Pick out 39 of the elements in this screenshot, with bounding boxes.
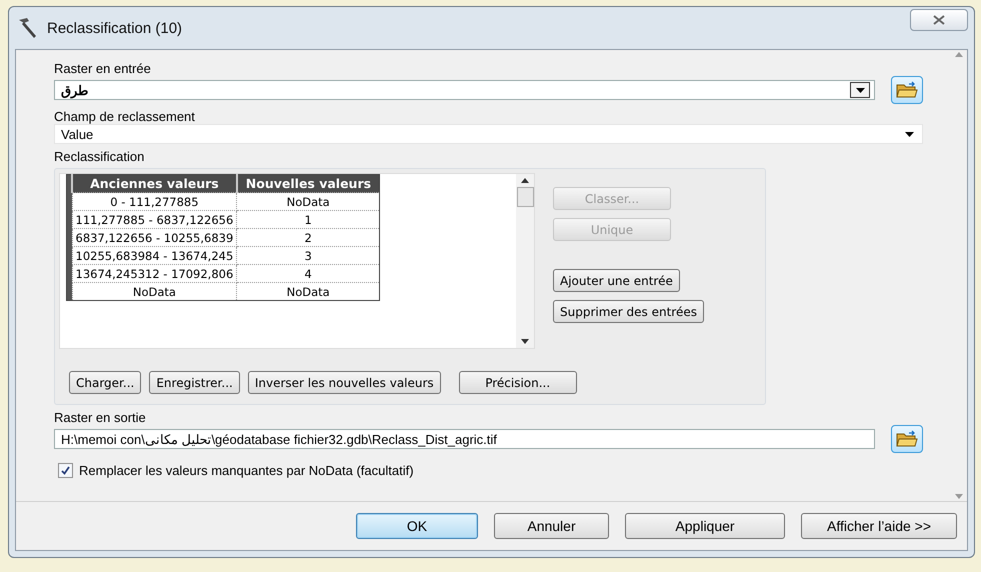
field-label: Champ de reclassement	[54, 109, 196, 124]
field-label: Raster en sortie	[54, 410, 147, 425]
caret-icon	[905, 132, 914, 136]
table-cell: 10255,683984 - 13674,245	[72, 246, 237, 264]
action-button[interactable]: Inverser les nouvelles valeurs	[248, 371, 441, 394]
column-header: Anciennes valeurs	[72, 174, 237, 192]
action-button[interactable]: Enregistrer...	[149, 371, 240, 394]
table-cell: 111,277885 - 6837,122656	[72, 210, 237, 228]
table-cell: 13674,245312 - 17092,806	[72, 264, 237, 282]
checkbox[interactable]	[58, 463, 73, 478]
action-button[interactable]: Ajouter une entrée	[553, 269, 680, 292]
dialog-button[interactable]: OK	[356, 513, 478, 539]
table-cell: 6837,122656 - 10255,6839	[72, 228, 237, 246]
action-button[interactable]: Supprimer des entrées	[553, 300, 704, 323]
close-icon	[932, 15, 946, 25]
dialog-button[interactable]: Appliquer	[625, 513, 785, 539]
reclass-field-dropdown[interactable]: Value	[54, 124, 923, 144]
checkbox-label: Remplacer les valeurs manquantes par NoData (facultatif)	[79, 463, 414, 478]
dialog-button[interactable]: Annuler	[494, 513, 609, 539]
action-button[interactable]: Précision...	[458, 371, 577, 394]
input-raster-dropdown[interactable]: طرق	[54, 80, 875, 100]
action-button[interactable]: Charger...	[69, 371, 142, 394]
scroll-thumb[interactable]	[516, 187, 534, 207]
output-raster-field[interactable]: H:\memoi con\تحليل مكانى\géodatabase fichier32.gdb\Reclass_Dist_agric.tif	[54, 429, 875, 449]
close-button[interactable]	[910, 9, 968, 31]
field-label: Raster en entrée	[54, 61, 152, 76]
window-title: Reclassification (10)	[47, 20, 184, 36]
scroll-up-icon[interactable]	[521, 178, 529, 183]
dialog-button[interactable]: Afficher l’aide >>	[801, 513, 957, 539]
table-cell: NoData	[236, 192, 380, 210]
table-cell: NoData	[72, 282, 237, 300]
column-header: Nouvelles valeurs	[236, 174, 380, 192]
open-folder-button[interactable]	[891, 425, 923, 453]
table-cell: 0 - 111,277885	[72, 192, 237, 210]
scroll-down-icon[interactable]	[521, 339, 529, 344]
caret-icon	[856, 88, 864, 92]
group-label: Reclassification	[54, 149, 146, 164]
open-folder-button[interactable]	[891, 76, 923, 104]
scrollbar[interactable]	[516, 174, 534, 348]
